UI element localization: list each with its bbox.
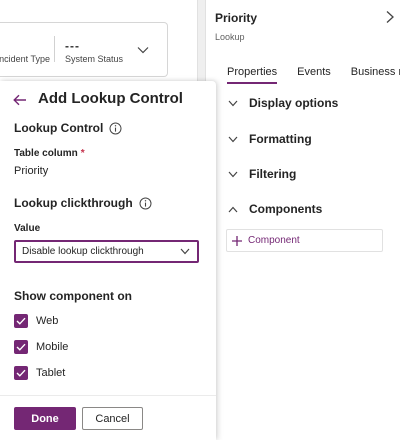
cancel-button[interactable]: Cancel bbox=[82, 407, 143, 430]
tab-properties[interactable]: Properties bbox=[206, 66, 287, 84]
checkbox-label: Mobile bbox=[36, 341, 69, 353]
info-icon[interactable] bbox=[139, 197, 152, 210]
checkbox-tablet[interactable]: Tablet bbox=[14, 366, 65, 380]
lookup-control-heading: Lookup Control bbox=[14, 121, 122, 135]
header-field-divider bbox=[54, 36, 55, 62]
tab-business-rules[interactable]: Business rules bbox=[341, 66, 400, 84]
system-status-value: --- bbox=[65, 39, 80, 53]
clickthrough-select[interactable]: Disable lookup clickthrough bbox=[14, 240, 199, 263]
add-component-label: Component bbox=[248, 235, 300, 246]
chevron-down-icon bbox=[180, 248, 190, 255]
heading-text: Lookup Control bbox=[14, 121, 104, 135]
required-asterisk: * bbox=[80, 148, 85, 159]
checkbox-label: Tablet bbox=[36, 367, 66, 379]
section-filtering[interactable]: Filtering bbox=[228, 167, 296, 181]
back-arrow-icon[interactable] bbox=[13, 93, 27, 111]
checkbox-checked[interactable] bbox=[14, 314, 28, 328]
add-component-button[interactable]: Component bbox=[226, 229, 383, 252]
tab-events[interactable]: Events bbox=[287, 66, 341, 84]
section-label: Components bbox=[249, 202, 323, 216]
section-label: Display options bbox=[249, 96, 339, 110]
add-lookup-control-panel: Add Lookup Control Lookup Control Table … bbox=[0, 81, 216, 440]
table-column-label: Table column * bbox=[14, 148, 85, 159]
properties-pane: Priority Lookup Properties Events Busine… bbox=[205, 0, 400, 440]
show-component-on-heading: Show component on bbox=[14, 289, 132, 303]
heading-text: Lookup clickthrough bbox=[14, 196, 133, 210]
pane-tabs: Properties Events Business rules bbox=[206, 66, 400, 84]
checkbox-checked[interactable] bbox=[14, 340, 28, 354]
checkbox-web[interactable]: Web bbox=[14, 314, 58, 328]
checkbox-label: Web bbox=[36, 315, 59, 327]
select-value: Disable lookup clickthrough bbox=[22, 246, 144, 257]
panel-title: Add Lookup Control bbox=[38, 90, 183, 107]
done-button[interactable]: Done bbox=[14, 407, 76, 430]
plus-icon bbox=[232, 235, 242, 246]
pane-title: Priority bbox=[215, 11, 258, 25]
checkbox-mobile[interactable]: Mobile bbox=[14, 340, 68, 354]
section-components[interactable]: Components bbox=[228, 202, 322, 216]
incident-type-label: Incident Type bbox=[0, 54, 50, 64]
chevron-down-icon bbox=[228, 100, 238, 106]
clickthrough-heading: Lookup clickthrough bbox=[14, 196, 152, 210]
chevron-up-icon bbox=[228, 206, 238, 212]
checkmark-icon bbox=[16, 317, 26, 325]
checkbox-checked[interactable] bbox=[14, 366, 28, 380]
chevron-down-icon[interactable] bbox=[137, 41, 149, 59]
section-label: Formatting bbox=[249, 132, 312, 146]
section-label: Filtering bbox=[249, 167, 297, 181]
chevron-right-icon[interactable] bbox=[385, 10, 395, 29]
label-text: Table column bbox=[14, 148, 78, 159]
table-column-value: Priority bbox=[14, 165, 49, 177]
info-icon[interactable] bbox=[109, 122, 122, 135]
chevron-down-icon bbox=[228, 136, 238, 142]
system-status-label: System Status bbox=[65, 54, 124, 64]
pane-subtitle: Lookup bbox=[215, 32, 245, 42]
section-formatting[interactable]: Formatting bbox=[228, 132, 312, 146]
checkmark-icon bbox=[16, 343, 26, 351]
chevron-down-icon bbox=[228, 171, 238, 177]
section-display-options[interactable]: Display options bbox=[228, 96, 338, 110]
form-header-card: Incident Type --- System Status bbox=[0, 0, 198, 90]
checkmark-icon bbox=[16, 369, 26, 377]
footer-divider bbox=[0, 395, 216, 396]
value-label: Value bbox=[14, 223, 41, 234]
